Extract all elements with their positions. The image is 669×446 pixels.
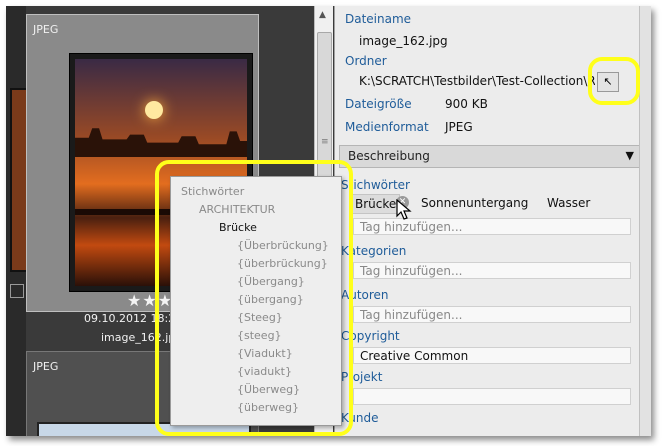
format-label: JPEG xyxy=(33,360,59,373)
dateigroesse-label: Dateigröße xyxy=(345,97,412,111)
copyright-input[interactable]: Creative Common xyxy=(353,347,631,364)
beschreibung-section-header[interactable]: Beschreibung ▼ xyxy=(339,145,641,168)
tag-chip-bruecke[interactable]: Brücke xyxy=(351,194,401,214)
ordner-label: Ordner xyxy=(345,54,387,68)
kategorien-input[interactable]: Tag hinzufügen... xyxy=(353,262,631,279)
format-label: JPEG xyxy=(33,23,59,36)
projekt-input[interactable] xyxy=(353,388,631,405)
sun xyxy=(145,101,163,119)
left-edge-strip xyxy=(6,6,28,436)
tag-label: Brücke xyxy=(355,197,397,211)
section-title: Beschreibung xyxy=(348,149,430,163)
ordner-value[interactable]: K:\SCRATCH\Testbilder\Test-Collection\Re… xyxy=(359,74,595,88)
dateiname-label: Dateiname xyxy=(345,12,412,26)
panel-scrollbar[interactable] xyxy=(639,6,651,436)
medienformat-label: Medienformat xyxy=(345,120,429,134)
autoren-input[interactable]: Tag hinzufügen... xyxy=(353,306,631,323)
medienformat-value: JPEG xyxy=(445,120,473,134)
highlight-popup xyxy=(155,160,353,436)
dateigroesse-value: 900 KB xyxy=(445,97,488,111)
scroll-up-icon[interactable]: ▲ xyxy=(319,10,326,20)
partial-thumbnail-marker xyxy=(10,284,24,298)
grip-icon: ≡ xyxy=(321,137,329,147)
chevron-down-icon[interactable]: ▼ xyxy=(626,149,634,162)
stichwoerter-input[interactable]: Tag hinzufügen... xyxy=(353,218,631,235)
mouse-cursor-icon xyxy=(396,199,412,220)
skyline xyxy=(75,128,247,157)
tag-wasser[interactable]: Wasser xyxy=(547,196,590,210)
highlight-folder-button xyxy=(588,57,640,105)
dateiname-value[interactable]: image_162.jpg xyxy=(359,34,448,48)
tag-sonnenuntergang[interactable]: Sonnenuntergang xyxy=(421,196,528,210)
